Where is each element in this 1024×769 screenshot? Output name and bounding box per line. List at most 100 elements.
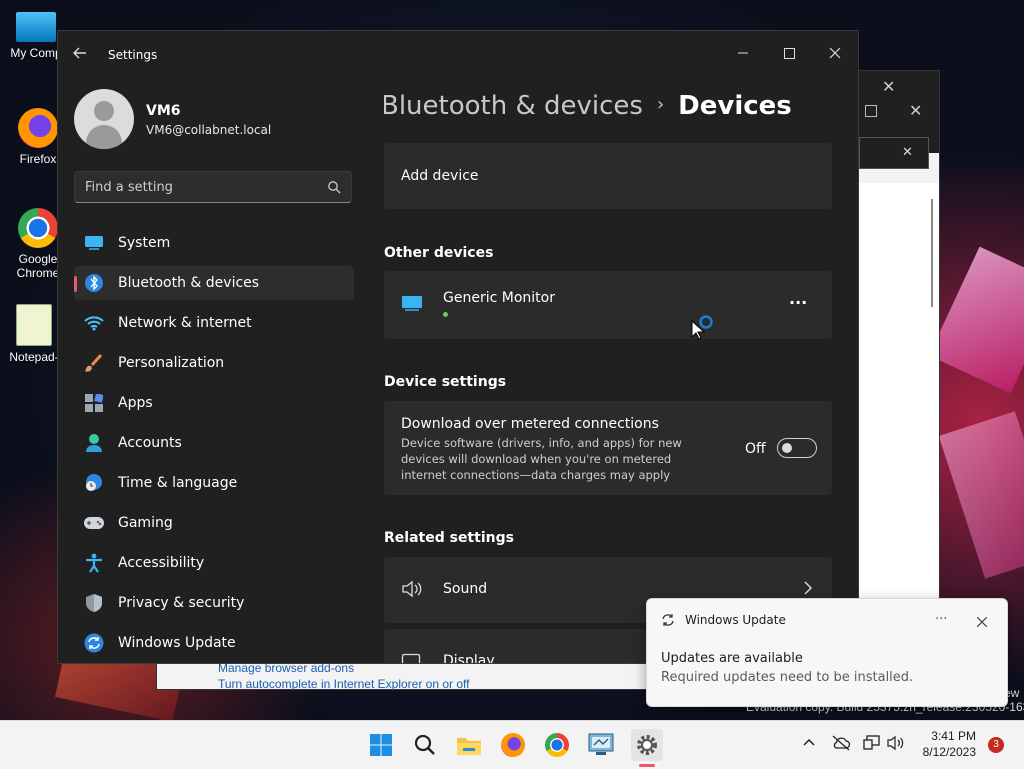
related-item-label: Sound xyxy=(443,581,488,597)
window-title: Settings xyxy=(108,48,158,62)
ie-settings-links: Manage browser add-ons Turn autocomplete… xyxy=(218,660,469,692)
toast-close-icon[interactable] xyxy=(976,615,988,631)
sidebar-item-personalization[interactable]: Personalization xyxy=(74,346,354,380)
sidebar-item-gaming[interactable]: Gaming xyxy=(74,506,354,540)
sidebar-item-time-language[interactable]: Time & language xyxy=(74,466,354,500)
more-options-button[interactable]: ··· xyxy=(789,293,807,312)
add-device-card[interactable]: Add device xyxy=(384,143,832,209)
update-icon xyxy=(661,613,675,631)
sidebar-item-label: Network & internet xyxy=(118,315,252,331)
breadcrumb-parent[interactable]: Bluetooth & devices xyxy=(384,91,643,121)
device-row-generic-monitor[interactable]: Generic Monitor ··· xyxy=(384,271,832,339)
connected-status-dot xyxy=(443,312,448,317)
device-name: Generic Monitor xyxy=(443,290,555,306)
link-autocomplete[interactable]: Turn autocomplete in Internet Explorer o… xyxy=(218,676,469,692)
volume-icon[interactable] xyxy=(887,735,905,754)
profile-name: VM6 xyxy=(146,103,181,119)
chrome-icon[interactable] xyxy=(543,731,571,759)
gamepad-icon xyxy=(84,513,104,533)
title-bar[interactable]: Settings xyxy=(58,31,858,79)
monitor-icon xyxy=(401,295,423,317)
toggle-state-label: Off xyxy=(745,441,766,457)
active-app-indicator xyxy=(639,764,655,767)
network-app-icon[interactable] xyxy=(587,731,615,759)
back-arrow-icon[interactable] xyxy=(72,45,92,65)
sidebar-item-privacy-security[interactable]: Privacy & security xyxy=(74,586,354,620)
minimize-icon xyxy=(738,52,748,54)
sidebar-item-label: System xyxy=(118,235,171,251)
sidebar-item-accounts[interactable]: Accounts xyxy=(74,426,354,460)
close-icon[interactable]: ✕ xyxy=(909,101,922,120)
network-tray-icon[interactable] xyxy=(863,735,881,754)
start-icon[interactable] xyxy=(367,731,395,759)
taskbar-clock[interactable]: 3:41 PM 8/12/2023 xyxy=(923,728,976,760)
sidebar-item-label: Accessibility xyxy=(118,555,205,571)
avatar xyxy=(74,89,134,149)
person-icon xyxy=(84,433,104,453)
minimize-button[interactable] xyxy=(720,37,766,69)
metered-connections-card: Download over metered connections Device… xyxy=(384,401,832,495)
apps-icon xyxy=(84,393,104,413)
search-input[interactable]: Find a setting xyxy=(74,171,352,203)
display-icon xyxy=(401,653,423,663)
file-explorer-icon[interactable] xyxy=(455,731,483,759)
sidebar-nav: System Bluetooth & devices Network & int… xyxy=(74,226,354,663)
chevron-right-icon: › xyxy=(656,94,665,115)
sidebar-item-label: Privacy & security xyxy=(118,595,245,611)
firefox-icon[interactable] xyxy=(499,731,527,759)
brush-icon xyxy=(84,353,104,373)
globe-clock-icon xyxy=(84,473,104,493)
profile-email: VM6@collabnet.local xyxy=(146,123,272,137)
sidebar-item-apps[interactable]: Apps xyxy=(74,386,354,420)
scrollbar[interactable] xyxy=(931,199,933,307)
close-icon xyxy=(829,47,841,59)
sidebar-item-label: Time & language xyxy=(118,475,238,491)
sidebar-item-bluetooth-devices[interactable]: Bluetooth & devices xyxy=(74,266,354,300)
taskbar: 3:41 PM 8/12/2023 3 xyxy=(0,720,1024,769)
clock-date: 8/12/2023 xyxy=(922,745,976,759)
sidebar-item-windows-update[interactable]: Windows Update xyxy=(74,626,354,660)
maximize-icon[interactable] xyxy=(865,105,877,117)
toast-title: Updates are available xyxy=(661,651,803,666)
toast-message: Required updates need to be installed. xyxy=(661,670,914,685)
settings-window: Settings VM6 VM6@collabnet.local Find a … xyxy=(57,30,859,664)
device-settings-heading: Device settings xyxy=(384,374,507,390)
sidebar-item-network[interactable]: Network & internet xyxy=(74,306,354,340)
sidebar-item-accessibility[interactable]: Accessibility xyxy=(74,546,354,580)
chevron-right-icon xyxy=(804,581,812,599)
sidebar-item-label: Windows Update xyxy=(118,635,236,651)
notification-toast[interactable]: Windows Update ··· Updates are available… xyxy=(646,598,1008,707)
clock-time: 3:41 PM xyxy=(931,729,976,743)
close-icon[interactable]: ✕ xyxy=(902,145,913,160)
search-icon[interactable] xyxy=(327,180,341,194)
chevron-up-icon[interactable] xyxy=(802,735,816,752)
display-icon xyxy=(84,233,104,253)
metered-toggle[interactable] xyxy=(777,438,817,458)
desktop-icon-notepad[interactable]: Notepad- xyxy=(4,304,64,364)
sidebar-item-label: Bluetooth & devices xyxy=(118,275,260,291)
accessibility-icon xyxy=(84,553,104,573)
chrome-icon xyxy=(18,208,58,248)
close-button[interactable] xyxy=(812,37,858,69)
sidebar-item-system[interactable]: System xyxy=(74,226,354,260)
notification-badge[interactable]: 3 xyxy=(988,737,1004,753)
maximize-button[interactable] xyxy=(766,37,812,69)
cloud-off-icon[interactable] xyxy=(831,735,851,754)
other-devices-heading: Other devices xyxy=(384,245,494,261)
metered-description: Device software (drivers, info, and apps… xyxy=(401,436,682,482)
close-icon[interactable]: ✕ xyxy=(882,77,895,96)
related-item-label: Display xyxy=(443,653,495,663)
add-device-label: Add device xyxy=(401,168,479,184)
metered-title: Download over metered connections xyxy=(401,416,659,432)
search-icon[interactable] xyxy=(411,731,439,759)
toast-more-button[interactable]: ··· xyxy=(935,612,947,627)
settings-icon[interactable] xyxy=(631,729,663,761)
desktop-icon-label: Notepad- xyxy=(9,350,59,364)
mouse-cursor xyxy=(691,313,717,345)
maximize-icon xyxy=(783,47,795,59)
bluetooth-icon xyxy=(84,273,104,293)
sidebar-item-label: Accounts xyxy=(118,435,182,451)
related-settings-heading: Related settings xyxy=(384,530,514,546)
search-placeholder: Find a setting xyxy=(85,180,173,195)
update-icon xyxy=(84,633,104,653)
